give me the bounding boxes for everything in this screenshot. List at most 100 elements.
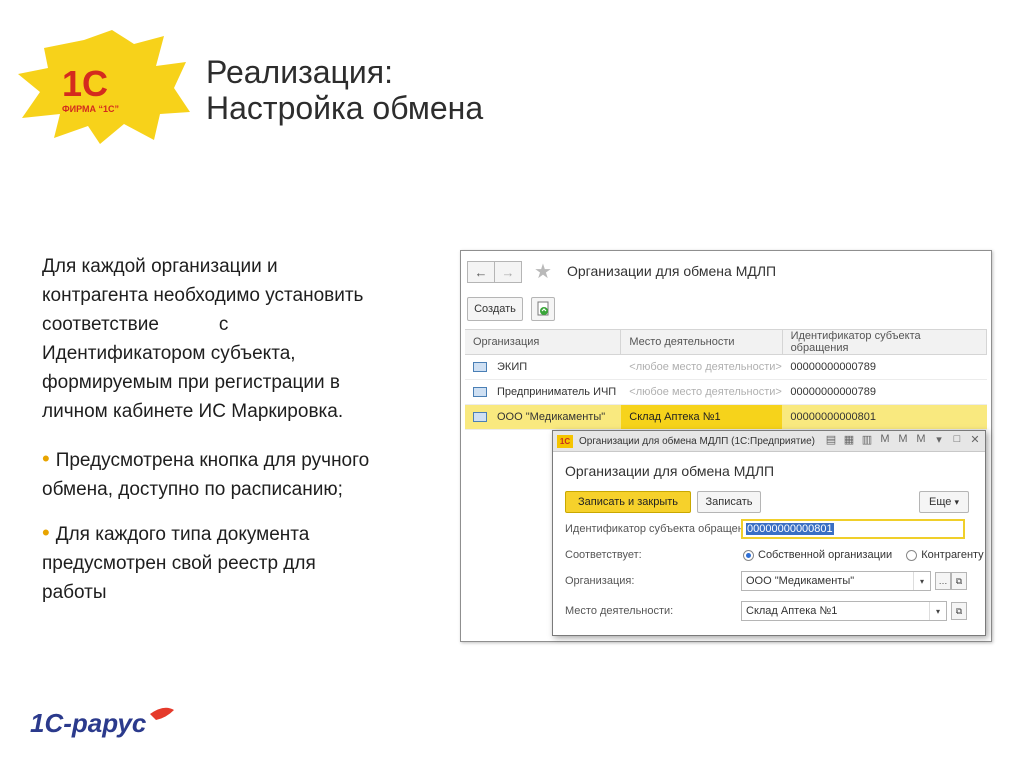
dropdown-arrow-icon[interactable]: ▾ (929, 602, 946, 620)
select-button[interactable]: … (935, 572, 951, 590)
table-row-selected[interactable]: ООО "Медикаменты" Склад Аптека №1 000000… (465, 405, 987, 430)
create-button[interactable]: Создать (467, 297, 523, 321)
cell-place: <любое место деятельности>▾ (621, 380, 782, 404)
intro-line: формируемым при регистрации в (42, 372, 340, 393)
cell-id: 00000000000801 (790, 411, 877, 423)
place-field[interactable]: Склад Аптека №1 ▾ (741, 601, 947, 621)
place-value: Склад Аптека №1 (746, 605, 838, 617)
cell-text: <любое место деятельности> (629, 361, 782, 373)
bullet-line: • Для каждого типа документа (42, 518, 422, 549)
favorite-star-icon[interactable]: ★ (534, 259, 552, 284)
memory-plus-icon[interactable]: M (897, 433, 909, 446)
logo-rarus-swoosh (150, 707, 174, 720)
radio-own-organization[interactable] (743, 549, 754, 561)
table-row[interactable]: ЭКИП <любое место деятельности>▾ 0000000… (465, 355, 987, 380)
calendar-icon[interactable]: ▥ (861, 433, 873, 446)
bullet-dot-icon: • (42, 520, 50, 545)
slide-title-line2: Настройка обмена (206, 90, 484, 126)
row-item-icon (473, 412, 487, 422)
radio-contractor[interactable] (906, 549, 918, 561)
column-header-place[interactable]: Место деятельности (621, 330, 783, 354)
bullet-line: работы (42, 582, 107, 603)
titlebar-icons: ▤ ▦ ▥ M M M ▾ □ ✕ (825, 433, 981, 446)
open-icon[interactable]: ⧉ (951, 602, 967, 620)
memory-icon[interactable]: M (879, 433, 891, 446)
column-header-id[interactable]: Идентификатор субъекта обращения (783, 330, 987, 354)
more-button[interactable]: Еще ▾ (919, 491, 969, 513)
id-input[interactable]: 00000000000801 (741, 519, 965, 539)
nav-buttons: ← → (467, 261, 522, 283)
maximize-icon[interactable]: □ (951, 433, 963, 446)
table-row[interactable]: Предприниматель ИЧП <любое место деятель… (465, 380, 987, 405)
bullet-dot-icon: • (42, 446, 50, 471)
bullet-text: Для каждого типа документа (55, 524, 310, 545)
print-icon[interactable]: ▤ (825, 433, 837, 446)
back-button[interactable]: ← (467, 261, 495, 283)
radio-contractor-label: Контрагенту (921, 549, 984, 561)
intro-line: контрагента необходимо установить (42, 285, 364, 306)
match-radio-group: Собственной организации Контрагенту (743, 549, 984, 561)
logo-1c-firm: ФИРМА “1С” (62, 104, 119, 114)
cell-text: ООО "Медикаменты" (497, 411, 606, 423)
organization-label: Организация: (565, 575, 635, 587)
forward-button[interactable]: → (495, 261, 522, 283)
logo-rarus: 1С-рарус (30, 707, 174, 738)
match-label: Соответствует: (565, 549, 642, 561)
exchange-icon (537, 301, 549, 316)
more-label: Еще (929, 496, 952, 508)
save-and-close-button[interactable]: Записать и закрыть (565, 491, 691, 513)
bullet-line: предусмотрен свой реестр для (42, 553, 316, 574)
bullet-registry: • Для каждого типа документа предусмотрен… (42, 518, 422, 607)
exchange-button[interactable] (531, 297, 555, 321)
intro-word: с (218, 314, 229, 335)
cell-place: <любое место деятельности>▾ (621, 355, 782, 379)
cell-text: ЭКИП (497, 361, 528, 373)
organization-value: ООО "Медикаменты" (746, 575, 855, 587)
cell-id: 00000000000789 (790, 386, 877, 398)
chevron-down-icon: ▾ (954, 496, 959, 507)
intro-paragraph: Для каждой организации и контрагента нео… (42, 252, 422, 426)
column-header-organization[interactable]: Организация (465, 330, 622, 354)
form-titlebar: 1С Организации для обмена МДЛП (1С:Предп… (553, 431, 985, 452)
dropdown-arrow-icon[interactable]: ▾ (913, 572, 930, 590)
id-input-value: 00000000000801 (746, 523, 834, 535)
bullet-text: Предусмотрена кнопка для ручного (55, 450, 370, 471)
app-1c-icon: 1С (557, 434, 573, 448)
list-title: Организации для обмена МДЛП (567, 263, 777, 279)
organizations-table: Организация Место деятельности Идентифик… (465, 329, 987, 430)
menu-icon[interactable]: ▾ (933, 433, 945, 446)
cell-id: 00000000000789 (790, 361, 877, 373)
row-item-icon (473, 387, 487, 397)
intro-line: Для каждой организации и (42, 256, 278, 277)
slide-title: Реализация: Настройка обмена (206, 54, 483, 126)
intro-word: соответствие (42, 314, 159, 335)
back-arrow-icon: ← (474, 264, 488, 280)
organization-field[interactable]: ООО "Медикаменты" ▾ (741, 571, 931, 591)
place-label: Место деятельности: (565, 605, 674, 617)
close-icon[interactable]: ✕ (969, 433, 981, 446)
row-item-icon (473, 362, 487, 372)
intro-line: Идентификатором субъекта, (42, 343, 296, 364)
table-header: Организация Место деятельности Идентифик… (465, 329, 987, 355)
logo-rarus-text: 1С-рарус (30, 708, 147, 738)
cell-organization: ООО "Медикаменты" (465, 405, 621, 429)
logo-1c-text: 1С (62, 63, 108, 104)
open-icon[interactable]: ⧉ (951, 572, 967, 590)
bullet-line: обмена, доступно по расписанию; (42, 479, 343, 500)
cell-text: Предприниматель ИЧП (497, 386, 617, 398)
cell-place: Склад Аптека №1 (621, 405, 783, 429)
cell-organization: Предприниматель ИЧП (465, 380, 621, 404)
logo-1c: 1С ФИРМА “1С” (18, 30, 190, 144)
memory-minus-icon[interactable]: M (915, 433, 927, 446)
form-heading: Организации для обмена МДЛП (565, 463, 775, 479)
cell-organization: ЭКИП (465, 355, 621, 379)
intro-line: соответствие с (42, 310, 422, 339)
forward-arrow-icon: → (501, 264, 515, 280)
radio-own-label: Собственной организации (758, 549, 893, 561)
cell-text: <любое место деятельности> (629, 386, 782, 398)
table-icon[interactable]: ▦ (843, 433, 855, 446)
id-label: Идентификатор субъекта обращения: (565, 523, 760, 535)
bullet-manual-exchange: • Предусмотрена кнопка для ручного обмена… (42, 444, 422, 504)
save-button[interactable]: Записать (697, 491, 761, 513)
intro-line: личном кабинете ИС Маркировка. (42, 401, 344, 422)
